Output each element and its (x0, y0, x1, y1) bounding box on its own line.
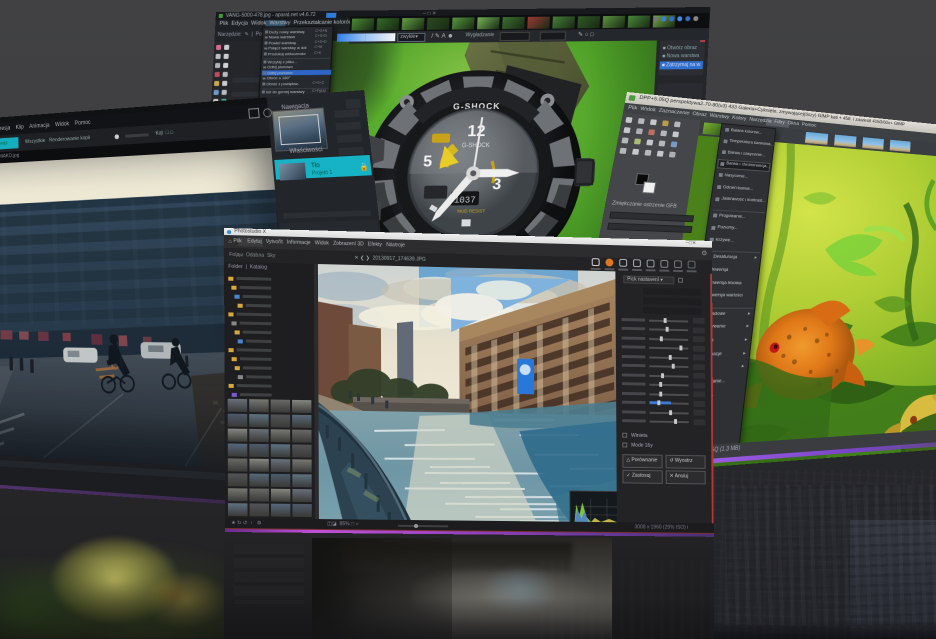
svg-text:MUD RESIST: MUD RESIST (457, 208, 485, 213)
svg-text:5: 5 (423, 153, 433, 171)
svg-text:G-SHOCK: G-SHOCK (462, 143, 490, 149)
svg-text:12: 12 (467, 122, 486, 140)
